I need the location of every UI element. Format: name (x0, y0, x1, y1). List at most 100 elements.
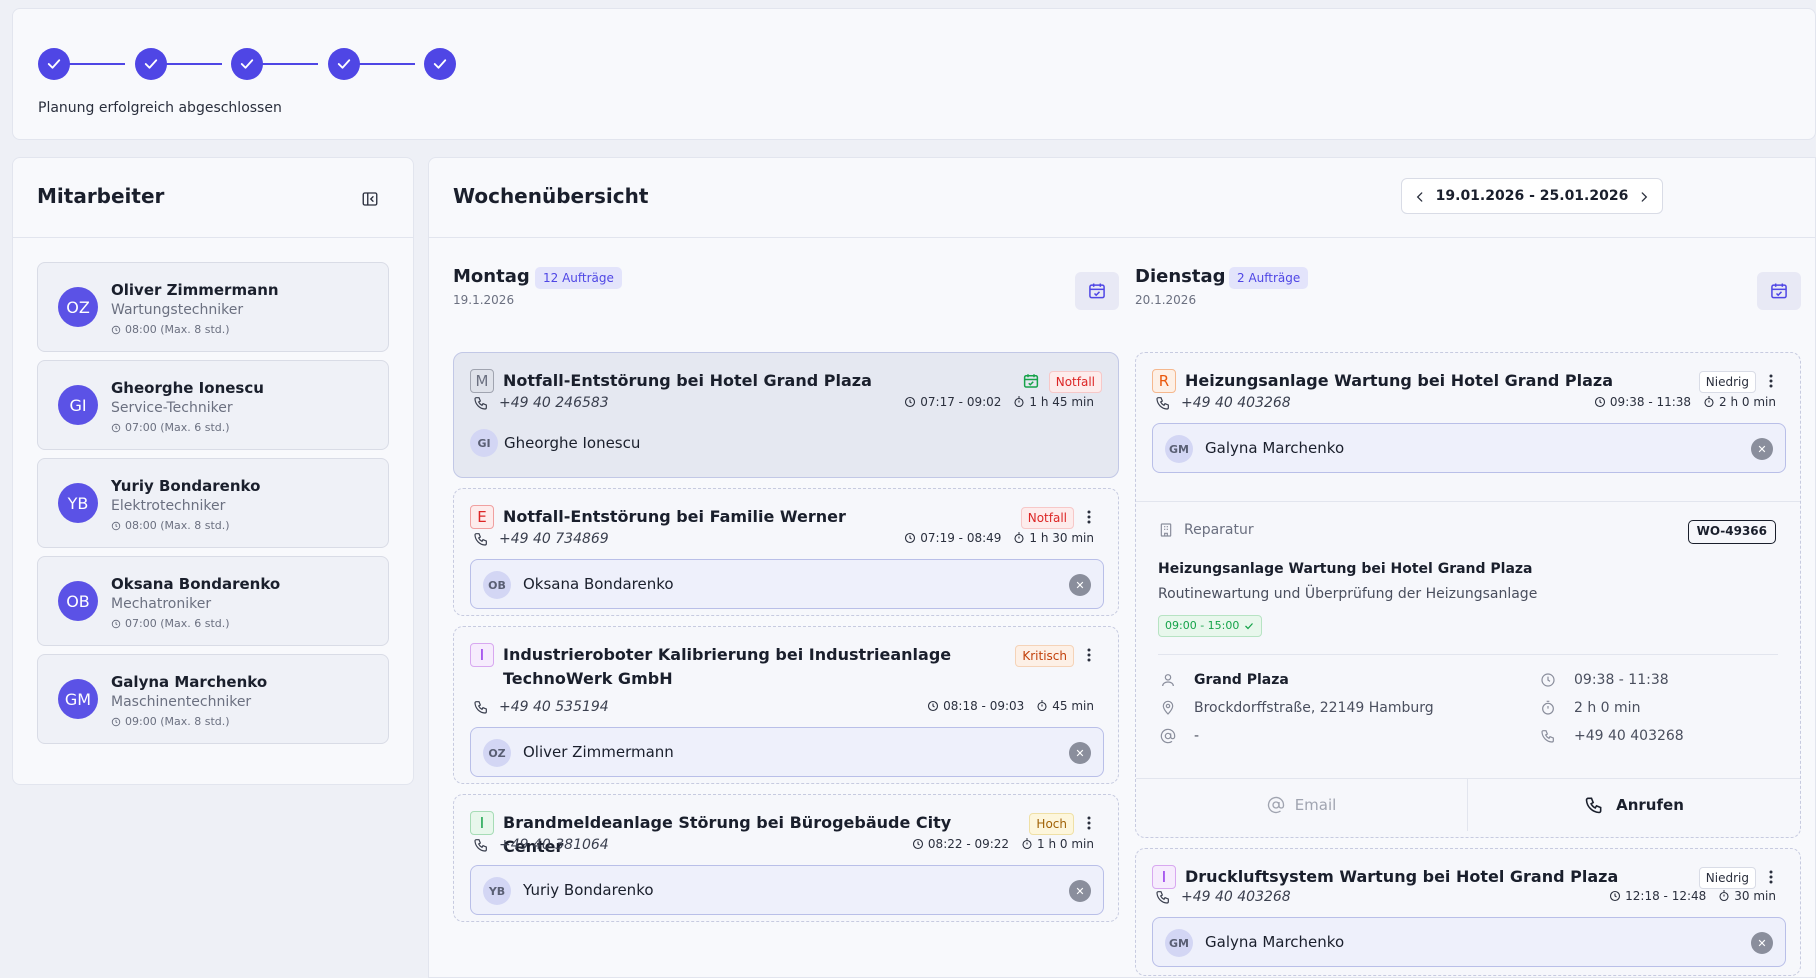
job-count-badge: 2 Aufträge (1229, 267, 1309, 289)
job-card-expanded[interactable]: R Heizungsanlage Wartung bei Hotel Grand… (1135, 352, 1801, 838)
job-title: Heizungsanlage Wartung bei Hotel Grand P… (1185, 371, 1614, 390)
phone-icon (1538, 728, 1558, 744)
week-overview-panel: Wochenübersicht 19.01.2026 - 25.01.2026 … (428, 157, 1816, 978)
collapse-panel-button[interactable] (359, 188, 381, 210)
step-1-complete[interactable] (38, 48, 70, 80)
employee-card[interactable]: YB Yuriy Bondarenko Elektrotechniker 08:… (37, 458, 389, 548)
job-card[interactable]: I Industrieroboter Kalibrierung bei Indu… (453, 626, 1119, 784)
job-time-info: 07:19 - 08:49 1 h 30 min (904, 531, 1094, 545)
job-menu-button[interactable] (1764, 371, 1778, 391)
close-icon: ✕ (1757, 442, 1767, 456)
day-calendar-button[interactable] (1075, 272, 1119, 310)
step-4-complete[interactable] (328, 48, 360, 80)
divider (1158, 654, 1778, 655)
job-duration: 1 h 0 min (1037, 837, 1094, 851)
check-icon (337, 59, 351, 69)
detail-time-row: 09:38 - 11:38 (1538, 672, 1669, 688)
call-button[interactable]: Anrufen (1468, 779, 1800, 831)
employee-hours-text: 09:00 (Max. 8 std.) (125, 715, 230, 728)
more-vertical-icon (1087, 510, 1091, 524)
avatar: OB (483, 571, 511, 599)
clock-icon (111, 619, 121, 628)
job-phone-text: +49 40 403268 (1181, 889, 1291, 905)
close-icon: ✕ (1757, 936, 1767, 950)
job-time-range: 07:19 - 08:49 (920, 531, 1002, 545)
employee-role: Mechatroniker (111, 596, 212, 612)
step-3-complete[interactable] (231, 48, 263, 80)
job-menu-button[interactable] (1082, 813, 1096, 833)
job-time-info: 08:22 - 09:22 1 h 0 min (912, 837, 1094, 851)
calendar-check-icon (1771, 283, 1787, 299)
phone-icon (1585, 797, 1602, 814)
remove-assignee-button[interactable]: ✕ (1069, 574, 1091, 596)
employee-role: Wartungstechniker (111, 302, 244, 318)
at-sign-icon (1267, 796, 1284, 814)
job-card[interactable]: I Brandmeldeanlage Störung bei Bürogebäu… (453, 794, 1119, 922)
avatar: OZ (483, 739, 511, 767)
day-calendar-button[interactable] (1757, 272, 1801, 310)
next-week-button[interactable] (1634, 187, 1654, 207)
customer-name: Grand Plaza (1194, 672, 1289, 688)
progress-stepper: Planung erfolgreich abgeschlossen (12, 8, 1816, 140)
more-vertical-icon (1769, 870, 1773, 884)
job-menu-button[interactable] (1082, 645, 1096, 665)
check-icon (433, 59, 447, 69)
close-icon: ✕ (1075, 746, 1085, 760)
assignee-name: Yuriy Bondarenko (523, 881, 654, 899)
job-time-range: 12:18 - 12:48 (1625, 889, 1707, 903)
priority-badge: Hoch (1029, 813, 1074, 835)
job-menu-button[interactable] (1082, 507, 1096, 527)
job-duration: 30 min (1734, 889, 1776, 903)
employee-hours: 08:00 (Max. 8 std.) (111, 519, 230, 532)
remove-assignee-button[interactable]: ✕ (1751, 932, 1773, 954)
job-card[interactable]: I Druckluftsystem Wartung bei Hotel Gran… (1135, 848, 1801, 976)
job-type-text: Reparatur (1184, 522, 1254, 538)
job-phone: +49 40 246583 (473, 395, 609, 411)
building-icon (1160, 523, 1172, 537)
clock-icon (905, 396, 916, 408)
job-title: Industrieroboter Kalibrierung bei Indust… (503, 645, 952, 688)
clock-icon (905, 532, 916, 544)
employee-hours: 07:00 (Max. 6 std.) (111, 421, 230, 434)
day-date: 19.1.2026 (453, 293, 515, 307)
clock-icon (111, 423, 121, 432)
avatar: GI (470, 429, 498, 457)
detail-title: Heizungsanlage Wartung bei Hotel Grand P… (1158, 561, 1533, 577)
employee-hours-text: 07:00 (Max. 6 std.) (125, 421, 230, 434)
employee-card[interactable]: GI Gheorghe Ionescu Service-Techniker 07… (37, 360, 389, 450)
stepper-status-label: Planung erfolgreich abgeschlossen (38, 100, 282, 116)
job-detail: Reparatur WO-49366 Heizungsanlage Wartun… (1136, 501, 1800, 841)
page-title: Wochenübersicht (453, 184, 649, 208)
timer-icon (1014, 396, 1024, 408)
day-name: Dienstag (1135, 266, 1226, 287)
assignee-name: Oliver Zimmermann (523, 743, 674, 761)
job-phone-text: +49 40 246583 (499, 395, 609, 411)
customer-address: Brockdorffstraße, 22149 Hamburg (1194, 700, 1434, 716)
job-card[interactable]: M Notfall-Entstörung bei Hotel Grand Pla… (453, 352, 1119, 478)
avatar: GM (1165, 435, 1193, 463)
job-category-letter: R (1152, 369, 1176, 393)
close-icon: ✕ (1075, 578, 1085, 592)
job-duration: 1 h 45 min (1029, 395, 1094, 409)
check-icon (240, 59, 254, 69)
remove-assignee-button[interactable]: ✕ (1751, 438, 1773, 460)
remove-assignee-button[interactable]: ✕ (1069, 880, 1091, 902)
detail-actions: Email Anrufen (1136, 778, 1800, 831)
time-window-badge: 09:00 - 15:00 (1158, 615, 1263, 637)
step-2-complete[interactable] (135, 48, 167, 80)
job-menu-button[interactable] (1764, 867, 1778, 887)
employee-hours-text: 07:00 (Max. 6 std.) (125, 617, 230, 630)
customer-email: - (1194, 728, 1200, 744)
employee-card[interactable]: OZ Oliver Zimmermann Wartungstechniker 0… (37, 262, 389, 352)
avatar: GM (58, 679, 98, 719)
at-sign-icon (1158, 728, 1178, 744)
phone-icon (474, 397, 487, 410)
step-5-complete[interactable] (424, 48, 456, 80)
employee-card[interactable]: GM Galyna Marchenko Maschinentechniker 0… (37, 654, 389, 744)
remove-assignee-button[interactable]: ✕ (1069, 742, 1091, 764)
clock-icon (111, 717, 121, 726)
job-phone-text: +49 40 381064 (499, 837, 609, 853)
employee-card[interactable]: OB Oksana Bondarenko Mechatroniker 07:00… (37, 556, 389, 646)
email-button[interactable]: Email (1136, 779, 1468, 831)
job-card[interactable]: E Notfall-Entstörung bei Familie Werner … (453, 488, 1119, 616)
